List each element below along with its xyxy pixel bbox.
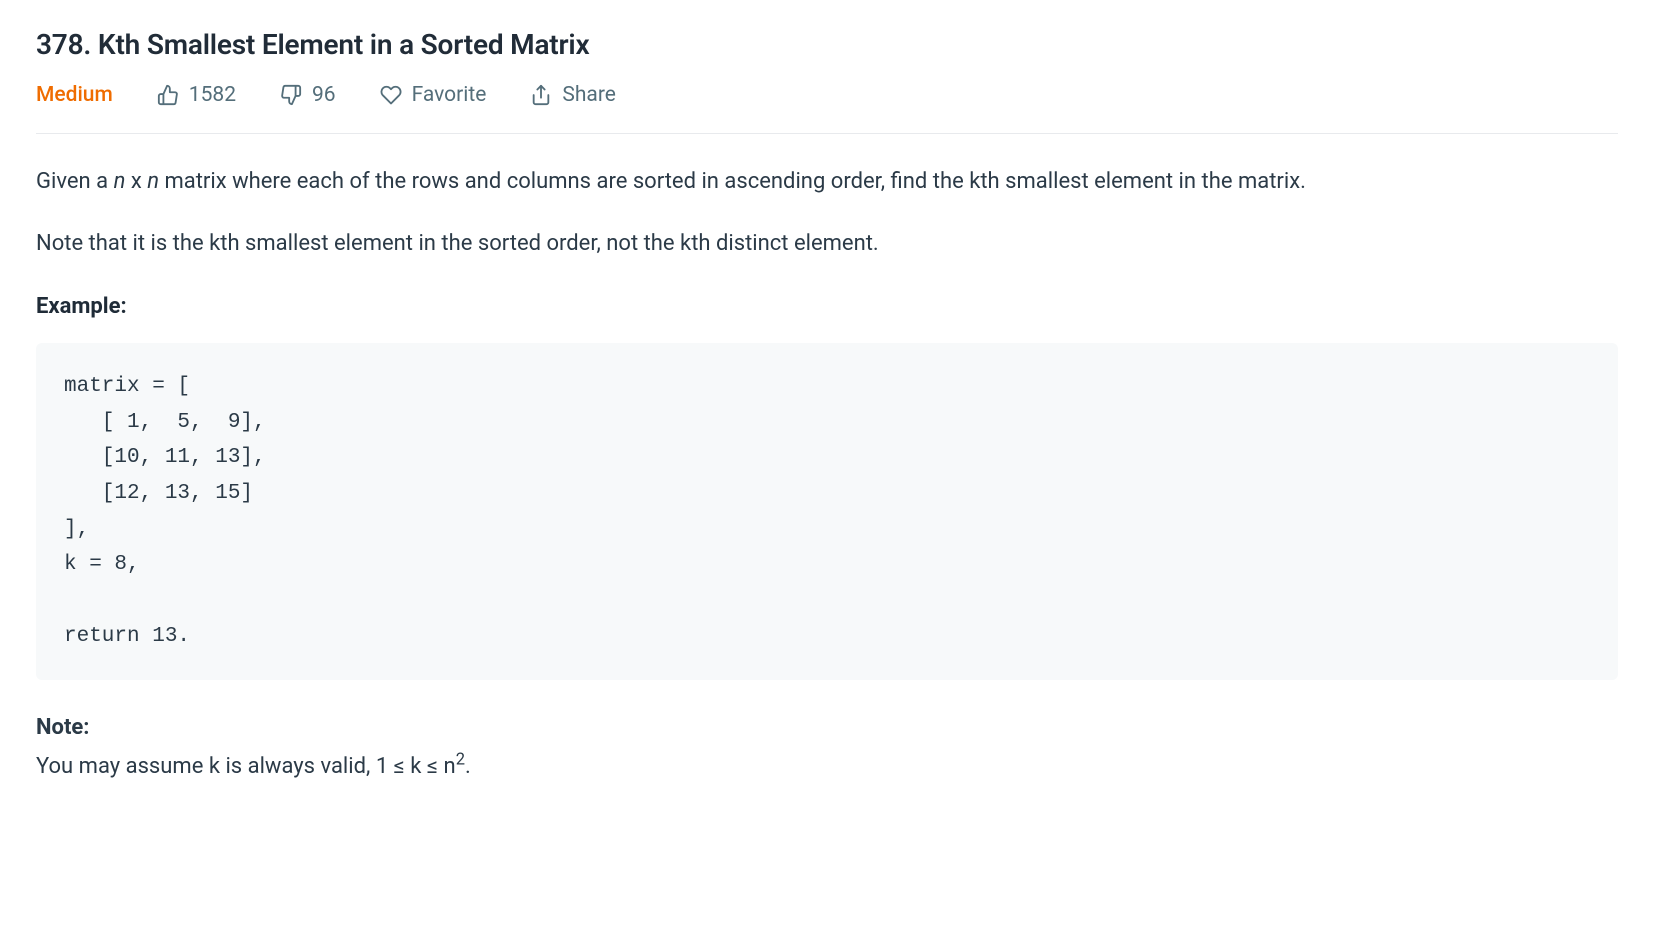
- thumbs-up-icon: [157, 84, 179, 106]
- share-icon: [530, 84, 552, 106]
- text: You may assume k is always valid, 1 ≤ k …: [36, 754, 456, 779]
- favorite-label: Favorite: [412, 83, 487, 107]
- description-paragraph-1: Given a n x n matrix where each of the r…: [36, 164, 1618, 200]
- like-count: 1582: [189, 83, 236, 107]
- example-label: Example:: [36, 289, 1618, 325]
- share-label: Share: [562, 83, 616, 107]
- problem-container: 378. Kth Smallest Element in a Sorted Ma…: [0, 0, 1654, 824]
- dislike-count: 96: [312, 83, 336, 107]
- italic-n: n: [114, 169, 126, 194]
- note-label: Note:: [36, 710, 1618, 745]
- superscript: 2: [456, 751, 465, 770]
- share-button[interactable]: Share: [530, 83, 616, 107]
- example-code-block: matrix = [ [ 1, 5, 9], [10, 11, 13], [12…: [36, 343, 1618, 681]
- text: x: [125, 169, 147, 194]
- difficulty-badge: Medium: [36, 83, 113, 107]
- italic-n: n: [147, 169, 159, 194]
- text: Given a: [36, 169, 114, 194]
- description-paragraph-2: Note that it is the kth smallest element…: [36, 226, 1618, 262]
- favorite-button[interactable]: Favorite: [380, 83, 487, 107]
- dislike-button[interactable]: 96: [280, 83, 336, 107]
- note-text: You may assume k is always valid, 1 ≤ k …: [36, 754, 471, 779]
- text: matrix where each of the rows and column…: [159, 169, 1306, 194]
- like-button[interactable]: 1582: [157, 83, 236, 107]
- meta-row: Medium 1582 96 Favorite Sha: [36, 83, 1618, 134]
- text: .: [465, 754, 471, 779]
- problem-title: 378. Kth Smallest Element in a Sorted Ma…: [36, 28, 1618, 61]
- heart-icon: [380, 84, 402, 106]
- thumbs-down-icon: [280, 84, 302, 106]
- note-block: Note: You may assume k is always valid, …: [36, 710, 1618, 784]
- problem-description: Given a n x n matrix where each of the r…: [36, 164, 1618, 784]
